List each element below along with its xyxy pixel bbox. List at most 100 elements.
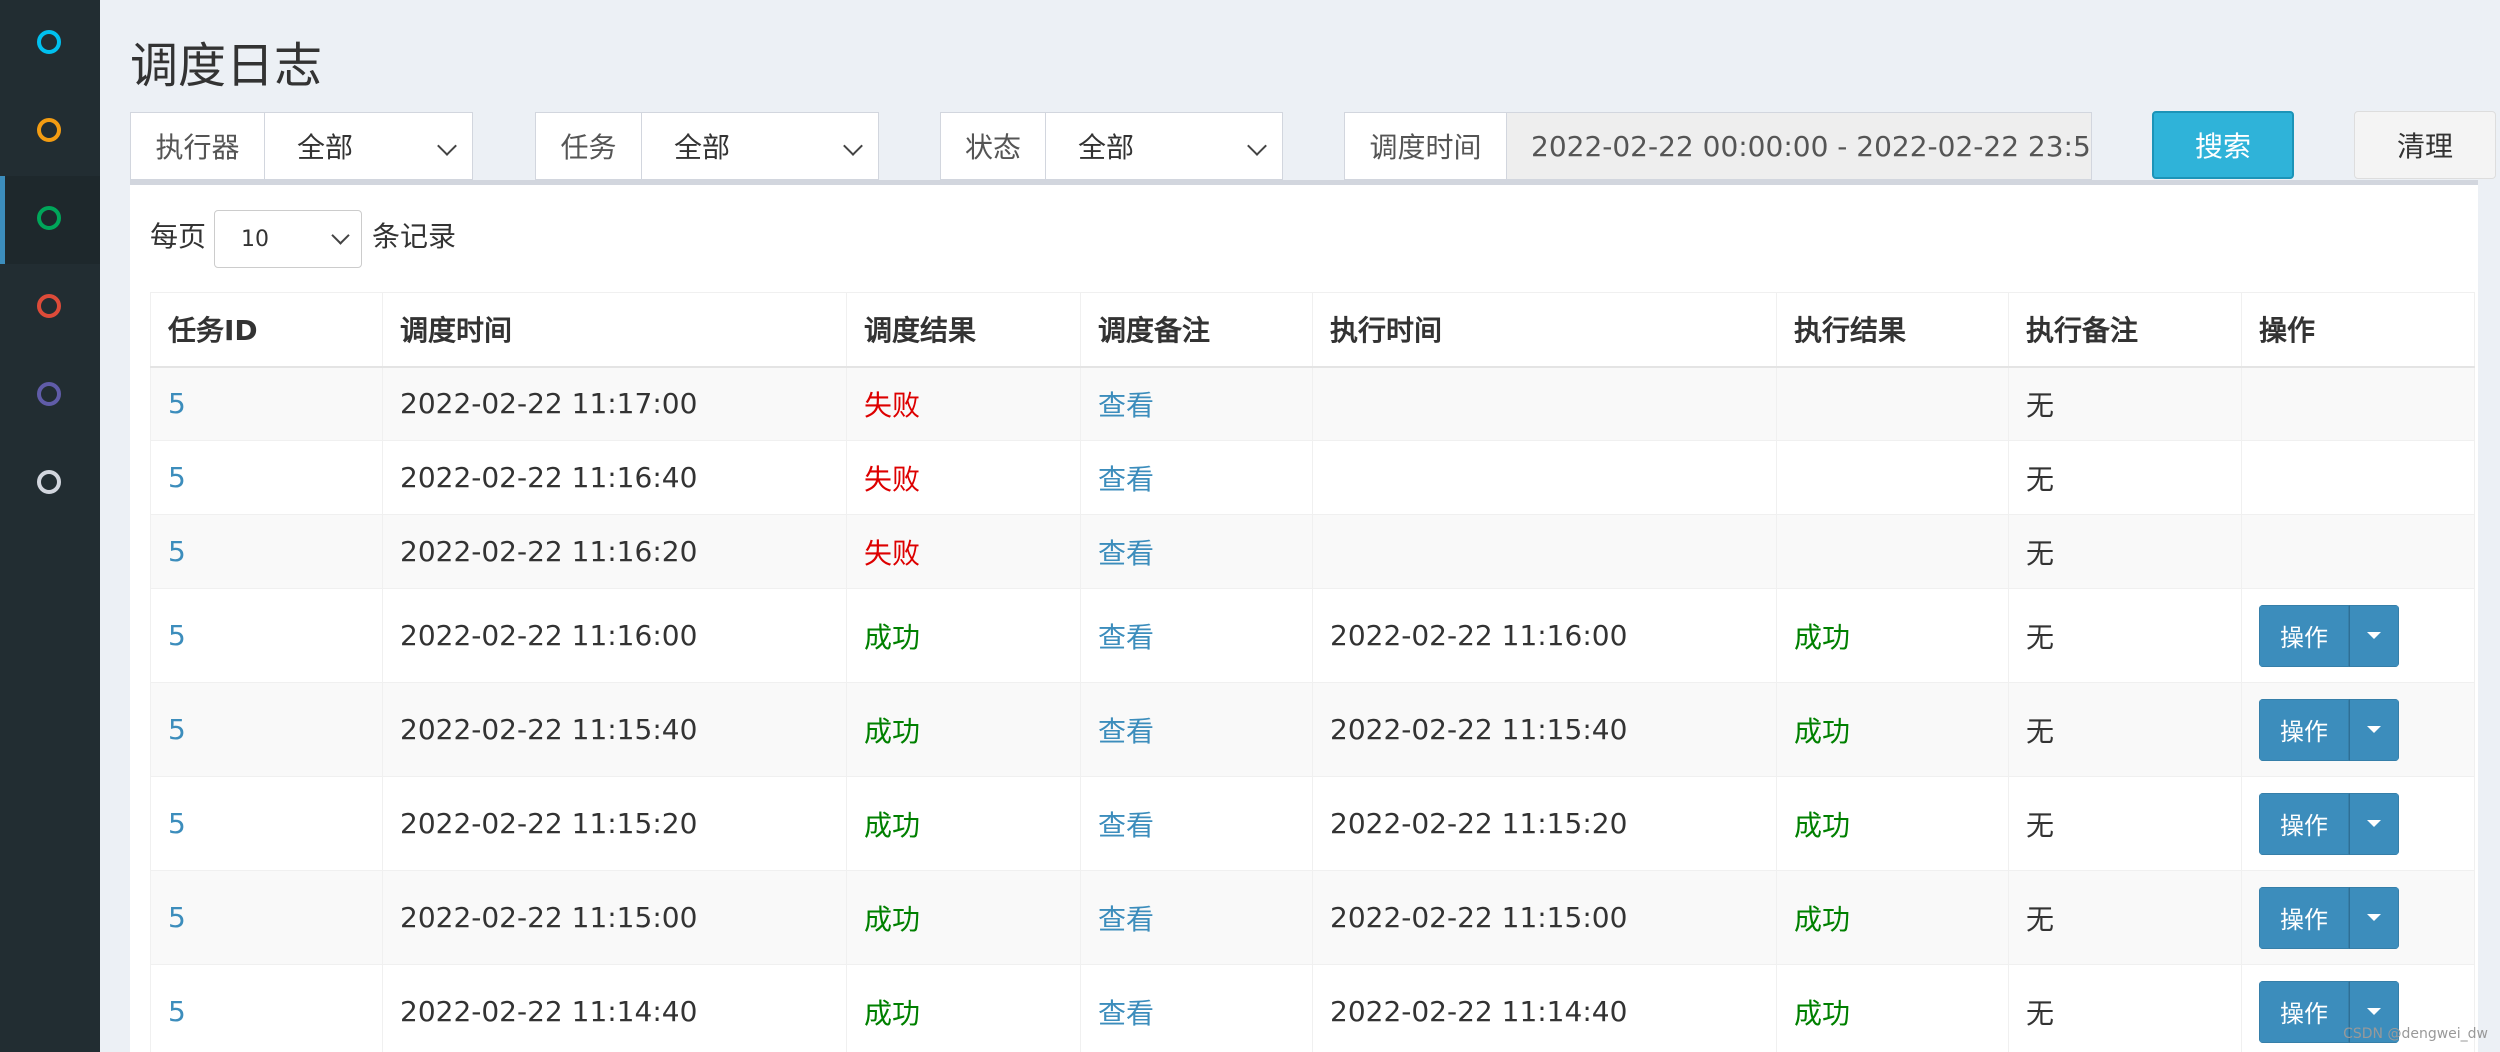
operation-cell: 操作 [2241, 588, 2475, 683]
header-operation[interactable]: 操作 [2241, 292, 2475, 368]
handle-result [1776, 514, 2009, 589]
job-id-link[interactable]: 5 [150, 776, 383, 871]
table-header-row: 任务ID 调度时间 调度结果 调度备注 执行时间 执行结果 执行备注 操作 [150, 292, 2475, 368]
trigger-result: 成功 [846, 588, 1081, 683]
table-row: 5 2022-02-22 11:16:00 成功 查看 2022-02-22 1… [150, 588, 2475, 683]
operation-button[interactable]: 操作 [2259, 698, 2349, 761]
trigger-note-link[interactable]: 查看 [1080, 870, 1313, 965]
sidebar-item-1[interactable] [0, 0, 100, 88]
job-id-link[interactable]: 5 [150, 514, 383, 589]
trigger-time: 2022-02-22 11:15:20 [382, 776, 847, 871]
time-range-input[interactable]: 2022-02-22 00:00:00 - 2022-02-22 23:59:5… [1507, 113, 2091, 179]
chevron-down-icon [1247, 136, 1267, 156]
trigger-result: 成功 [846, 870, 1081, 965]
table-row: 5 2022-02-22 11:15:40 成功 查看 2022-02-22 1… [150, 682, 2475, 777]
operation-dropdown-toggle[interactable] [2349, 886, 2399, 949]
table-row: 5 2022-02-22 11:15:20 成功 查看 2022-02-22 1… [150, 776, 2475, 871]
chevron-down-icon [843, 136, 863, 156]
trigger-note-link[interactable]: 查看 [1080, 366, 1313, 441]
executor-select[interactable]: 全部 [265, 113, 472, 179]
trigger-note-link[interactable]: 查看 [1080, 964, 1313, 1052]
header-job-id[interactable]: 任务ID [150, 292, 383, 368]
watermark: CSDN @dengwei_dw [2343, 1026, 2488, 1042]
header-trigger-result[interactable]: 调度结果 [846, 292, 1081, 368]
handle-result [1776, 440, 2009, 515]
header-trigger-note[interactable]: 调度备注 [1080, 292, 1313, 368]
handle-time [1312, 366, 1777, 441]
table-row: 5 2022-02-22 11:15:00 成功 查看 2022-02-22 1… [150, 870, 2475, 965]
operation-button[interactable]: 操作 [2259, 886, 2349, 949]
circle-icon [37, 30, 61, 54]
time-label: 调度时间 [1345, 113, 1507, 179]
search-button[interactable]: 搜索 [2152, 111, 2294, 179]
header-handle-note[interactable]: 执行备注 [2008, 292, 2242, 368]
job-id-link[interactable]: 5 [150, 870, 383, 965]
trigger-time: 2022-02-22 11:16:20 [382, 514, 847, 589]
handle-result: 成功 [1776, 682, 2009, 777]
operation-dropdown-toggle[interactable] [2349, 604, 2399, 667]
job-id-link[interactable]: 5 [150, 440, 383, 515]
operation-dropdown-toggle[interactable] [2349, 792, 2399, 855]
chevron-down-icon [331, 226, 350, 245]
header-handle-result[interactable]: 执行结果 [1776, 292, 2009, 368]
trigger-note-link[interactable]: 查看 [1080, 776, 1313, 871]
handle-time: 2022-02-22 11:15:40 [1312, 682, 1777, 777]
trigger-note-link[interactable]: 查看 [1080, 440, 1313, 515]
handle-note: 无 [2008, 682, 2242, 777]
table-row: 5 2022-02-22 11:14:40 成功 查看 2022-02-22 1… [150, 964, 2475, 1052]
sidebar-item-2[interactable] [0, 88, 100, 176]
job-select[interactable]: 全部 [642, 113, 878, 179]
time-filter: 调度时间 2022-02-22 00:00:00 - 2022-02-22 23… [1344, 112, 2092, 180]
sidebar-item-3[interactable] [0, 176, 100, 264]
header-handle-time[interactable]: 执行时间 [1312, 292, 1777, 368]
handle-result: 成功 [1776, 776, 2009, 871]
handle-note: 无 [2008, 440, 2242, 515]
operation-button-group: 操作 [2259, 792, 2399, 855]
handle-time [1312, 514, 1777, 589]
operation-cell: 操作 [2241, 682, 2475, 777]
job-id-link[interactable]: 5 [150, 964, 383, 1052]
sidebar-item-4[interactable] [0, 264, 100, 352]
handle-note: 无 [2008, 964, 2242, 1052]
sidebar-item-5[interactable] [0, 352, 100, 440]
operation-button-group: 操作 [2259, 698, 2399, 761]
sidebar-item-6[interactable] [0, 440, 100, 528]
trigger-time: 2022-02-22 11:14:40 [382, 964, 847, 1052]
trigger-note-link[interactable]: 查看 [1080, 682, 1313, 777]
job-id-link[interactable]: 5 [150, 366, 383, 441]
operation-button[interactable]: 操作 [2259, 604, 2349, 667]
trigger-time: 2022-02-22 11:15:40 [382, 682, 847, 777]
chevron-down-icon [437, 136, 457, 156]
job-id-link[interactable]: 5 [150, 682, 383, 777]
handle-result: 成功 [1776, 964, 2009, 1052]
handle-time: 2022-02-22 11:16:00 [1312, 588, 1777, 683]
handle-time: 2022-02-22 11:14:40 [1312, 964, 1777, 1052]
trigger-result: 失败 [846, 366, 1081, 441]
circle-icon [37, 470, 61, 494]
circle-icon [37, 382, 61, 406]
operation-dropdown-toggle[interactable] [2349, 698, 2399, 761]
trigger-note-link[interactable]: 查看 [1080, 514, 1313, 589]
operation-button-group: 操作 [2259, 604, 2399, 667]
operation-button[interactable]: 操作 [2259, 980, 2349, 1043]
sidebar [0, 0, 100, 1052]
header-trigger-time[interactable]: 调度时间 [382, 292, 847, 368]
handle-time [1312, 440, 1777, 515]
operation-button[interactable]: 操作 [2259, 792, 2349, 855]
handle-result: 成功 [1776, 870, 2009, 965]
clear-button[interactable]: 清理 [2354, 111, 2496, 179]
log-table: 任务ID 调度时间 调度结果 调度备注 执行时间 执行结果 执行备注 操作 5 … [150, 292, 2475, 1052]
page-length-value: 10 [241, 226, 269, 252]
job-id-link[interactable]: 5 [150, 588, 383, 683]
trigger-note-link[interactable]: 查看 [1080, 588, 1313, 683]
handle-note: 无 [2008, 776, 2242, 871]
table-row: 5 2022-02-22 11:17:00 失败 查看 无 [150, 366, 2475, 441]
trigger-time: 2022-02-22 11:15:00 [382, 870, 847, 965]
trigger-result: 成功 [846, 682, 1081, 777]
page-length-select[interactable]: 10 [214, 210, 362, 268]
handle-result: 成功 [1776, 588, 2009, 683]
status-select[interactable]: 全部 [1046, 113, 1282, 179]
handle-time: 2022-02-22 11:15:20 [1312, 776, 1777, 871]
job-label: 任务 [536, 113, 642, 179]
circle-icon [37, 206, 61, 230]
